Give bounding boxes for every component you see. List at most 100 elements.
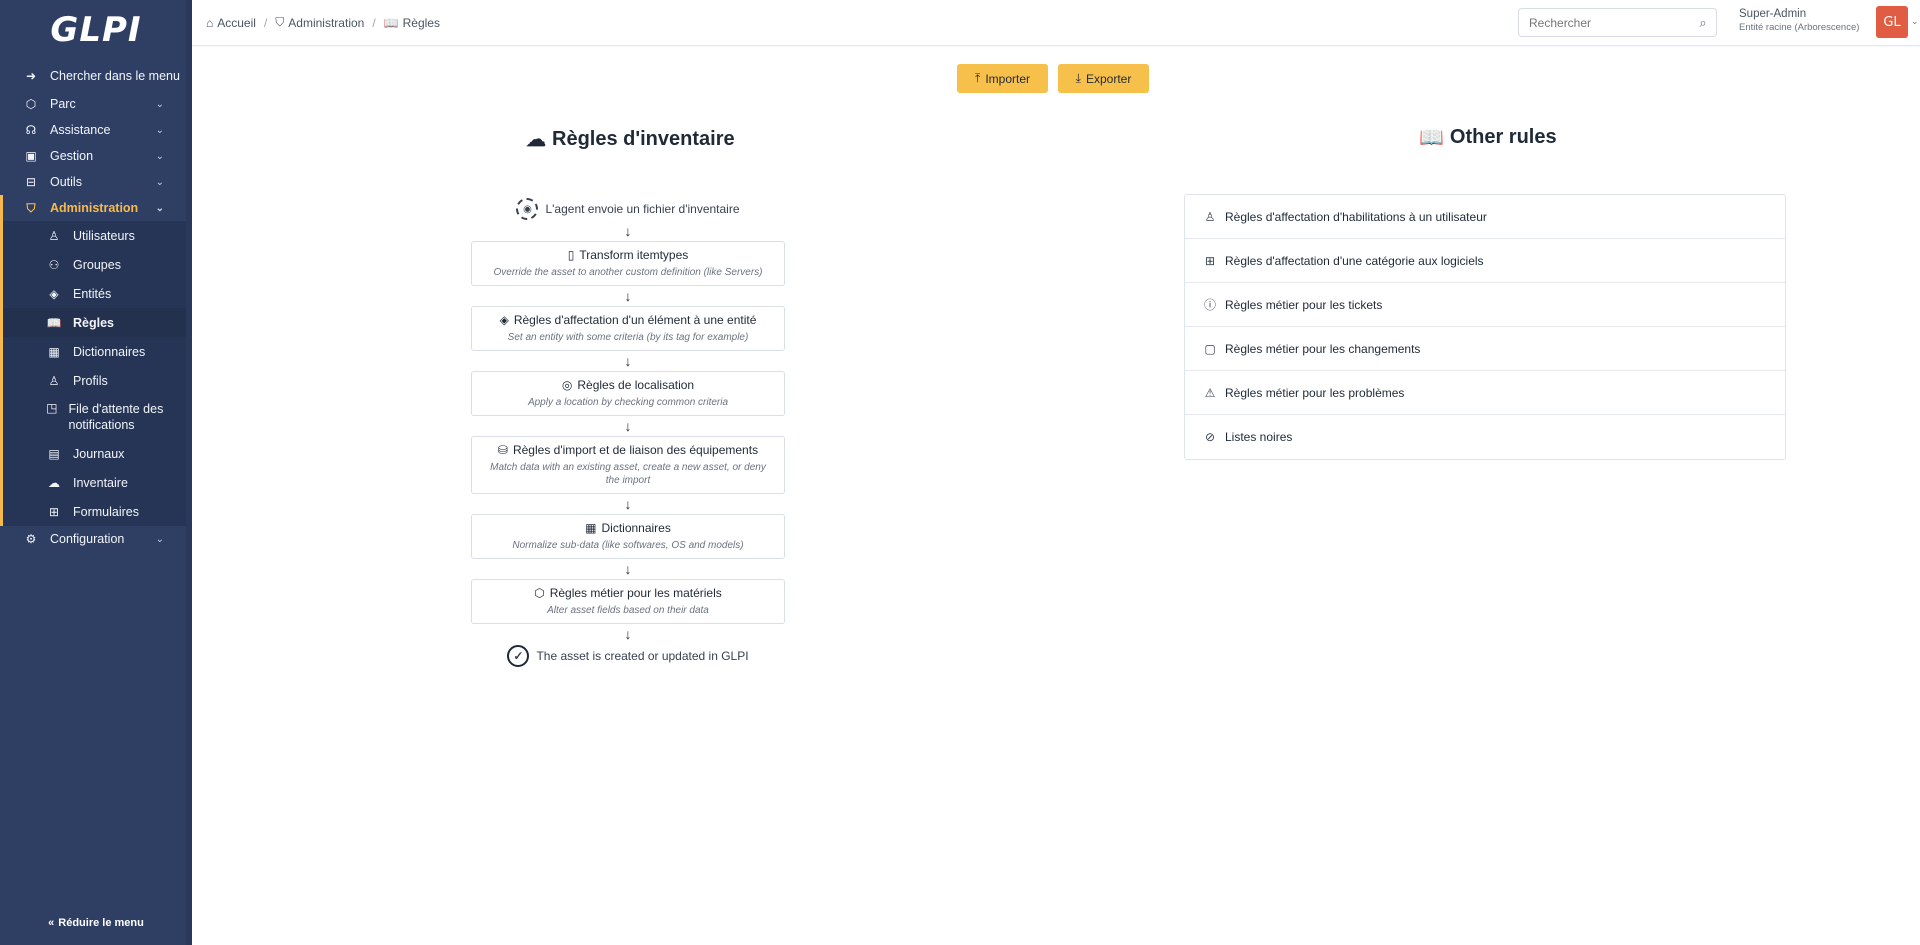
step-dictionnaires[interactable]: ▦ Dictionnaires Normalize sub-data (like …	[471, 514, 785, 559]
agent-icon: ◉	[516, 198, 539, 220]
list-item-label: Règles métier pour les tickets	[1225, 297, 1383, 312]
sidebar-item-label: Groupes	[73, 257, 121, 272]
step-description: Alter asset fields based on their data	[547, 605, 709, 616]
forms-icon: ⊞	[48, 504, 60, 519]
briefcase-icon: ⊟	[25, 175, 37, 189]
alert-circle-icon: ⓘ	[1203, 298, 1216, 312]
step-entity-rules[interactable]: ◈ Règles d'affectation d'un élément à une…	[471, 306, 785, 351]
stack-icon: ◈	[49, 286, 59, 301]
shield-icon: ⛉	[275, 15, 285, 29]
sidebar-item-parc[interactable]: ⬡ Parc ⌄	[0, 91, 192, 117]
list-item[interactable]: ⚠ Règles métier pour les problèmes	[1185, 371, 1785, 415]
sidebar: GLPI ➜ Chercher dans le menu ⬡ Parc ⌄ ☊ …	[0, 0, 192, 945]
other-title-text: Other rules	[1449, 126, 1557, 148]
flow-start: ◉ L'agent envoie un fichier d'inventaire	[471, 197, 785, 221]
search-icon[interactable]: ⌕	[1690, 15, 1716, 31]
sidebar-item-label: Règles	[73, 315, 114, 330]
search-input[interactable]	[1519, 9, 1690, 36]
breadcrumb-separator: /	[263, 15, 268, 30]
alert-triangle-icon: ⚠	[1204, 385, 1216, 400]
sidebar-item-regles[interactable]: 📖 Règles	[3, 308, 192, 337]
sidebar-item-gestion[interactable]: ▣ Gestion ⌄	[0, 143, 192, 169]
chevron-down-icon: ⌄	[155, 150, 164, 162]
export-button[interactable]: ⤓ Exporter	[1058, 64, 1149, 93]
sidebar-item-label: Dictionnaires	[73, 344, 146, 359]
book-icon: 📖	[383, 15, 399, 30]
sidebar-item-utilisateurs[interactable]: ♙ Utilisateurs	[3, 221, 192, 250]
top-header: ⌂ Accueil / ⛉ Administration / 📖 Règles …	[192, 0, 1920, 46]
sidebar-item-label: Outils	[50, 175, 82, 189]
sidebar-item-administration[interactable]: ⛉ Administration ⌄	[0, 195, 192, 221]
step-import-rules[interactable]: ⛁ Règles d'import et de liaison des équip…	[471, 436, 785, 494]
search-menu-label: Chercher dans le menu	[50, 69, 180, 83]
breadcrumb-label: Accueil	[217, 15, 256, 30]
user-menu[interactable]: Super-Admin Entité racine (Arborescence)	[1739, 8, 1859, 33]
sidebar-item-outils[interactable]: ⊟ Outils ⌄	[0, 169, 192, 195]
step-location-rules[interactable]: ◎ Règles de localisation Apply a location…	[471, 371, 785, 416]
list-item[interactable]: ⊘ Listes noires	[1185, 415, 1785, 459]
breadcrumb: ⌂ Accueil / ⛉ Administration / 📖 Règles	[206, 15, 440, 30]
sidebar-item-inventaire[interactable]: ☁ Inventaire	[3, 468, 192, 497]
sidebar-item-formulaires[interactable]: ⊞ Formulaires	[3, 497, 192, 526]
breadcrumb-home[interactable]: ⌂ Accueil	[206, 16, 256, 30]
reduce-menu-button[interactable]: « Réduire le menu	[0, 917, 192, 929]
home-icon: ⌂	[206, 15, 214, 30]
arrow-down-icon: ↓	[624, 353, 632, 369]
step-asset-business-rules[interactable]: ⬡ Règles métier pour les matériels Alter …	[471, 579, 785, 624]
table-icon: ▦	[585, 521, 597, 535]
flow-end-label: The asset is created or updated in GLPI	[536, 649, 749, 663]
step-title: Règles de localisation	[577, 378, 695, 392]
chevron-down-icon: ⌄	[155, 533, 164, 545]
book-icon: ▯	[567, 248, 575, 262]
chevron-down-icon: ⌄	[155, 176, 164, 188]
headset-icon: ☊	[25, 123, 37, 137]
step-transform-itemtypes[interactable]: ▯ Transform itemtypes Override the asset …	[471, 241, 785, 286]
user-name: Super-Admin	[1739, 8, 1807, 20]
breadcrumb-regles[interactable]: 📖 Règles	[384, 16, 440, 30]
sidebar-item-label: Entités	[73, 286, 112, 301]
list-item-label: Règles métier pour les problèmes	[1225, 385, 1405, 400]
administration-submenu: ♙ Utilisateurs ⚇ Groupes ◈ Entités 📖 Règ…	[0, 221, 192, 526]
breadcrumb-administration[interactable]: ⛉ Administration	[275, 15, 364, 30]
list-item-label: Règles d'affectation d'une catégorie aux…	[1225, 253, 1484, 268]
sidebar-item-dictionnaires[interactable]: ▦ Dictionnaires	[3, 337, 192, 366]
sidebar-item-journaux[interactable]: ▤ Journaux	[3, 439, 192, 468]
upload-icon: ⤒	[975, 71, 981, 85]
step-title: Règles d'import et de liaison des équipe…	[512, 443, 759, 457]
chevron-down-icon[interactable]: ⌄	[1911, 16, 1919, 27]
list-item[interactable]: ▢ Règles métier pour les changements	[1185, 327, 1785, 371]
step-description: Set an entity with some criteria (by its…	[507, 332, 749, 343]
apps-icon: ⊞	[1204, 253, 1216, 268]
clipboard-check-icon: ▢	[1204, 341, 1216, 356]
glpi-logo[interactable]: GLPI	[0, 0, 192, 60]
inventory-flow: ◉ L'agent envoie un fichier d'inventaire…	[471, 197, 785, 668]
check-circle-icon: ✓	[507, 645, 530, 667]
export-label: Exporter	[1085, 71, 1132, 86]
arrow-down-icon: ↓	[624, 561, 632, 577]
search-menu-button[interactable]: ➜ Chercher dans le menu	[0, 61, 192, 91]
arrow-down-icon: ↓	[624, 418, 632, 434]
sidebar-item-entites[interactable]: ◈ Entités	[3, 279, 192, 308]
global-search: ⌕	[1518, 8, 1717, 37]
sidebar-item-notification-queue[interactable]: ◳ File d'attente des notifications	[3, 395, 192, 439]
step-title: Transform itemtypes	[579, 248, 689, 262]
flow-end: ✓ The asset is created or updated in GLP…	[471, 644, 785, 668]
list-item[interactable]: ⊞ Règles d'affectation d'une catégorie a…	[1185, 239, 1785, 283]
avatar[interactable]: GL	[1876, 6, 1908, 38]
table-icon: ▦	[48, 344, 60, 359]
news-icon: ▤	[48, 446, 60, 461]
sidebar-item-assistance[interactable]: ☊ Assistance ⌄	[0, 117, 192, 143]
import-button[interactable]: ⤒ Importer	[957, 64, 1048, 93]
sidebar-item-profils[interactable]: ♙ Profils	[3, 366, 192, 395]
package-icon: ⬡	[534, 586, 545, 600]
notification-icon: ◳	[46, 401, 58, 415]
list-item[interactable]: ⓘ Règles métier pour les tickets	[1185, 283, 1785, 327]
other-rules-title: 📖 Other rules	[1419, 125, 1557, 150]
sidebar-item-label: Gestion	[50, 149, 94, 163]
user-check-icon: ♙	[48, 373, 60, 388]
sidebar-item-groupes[interactable]: ⚇ Groupes	[3, 250, 192, 279]
list-item[interactable]: ♙ Règles d'affectation d'habilitations à…	[1185, 195, 1785, 239]
breadcrumb-separator: /	[372, 15, 376, 30]
sidebar-item-configuration[interactable]: ⚙ Configuration ⌄	[0, 526, 192, 552]
users-icon: ⚇	[48, 257, 60, 272]
